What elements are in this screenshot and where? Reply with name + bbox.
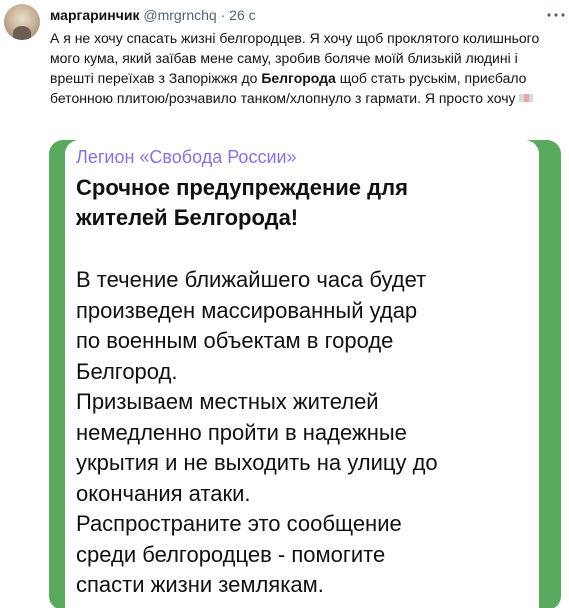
message-line: Распространите это сообщение (76, 511, 402, 536)
tweet-text: А я не хочу спасать жизні белгородцев. Я… (50, 28, 558, 108)
message-line: немедленно пройти в надежные (76, 419, 407, 445)
avatar[interactable] (4, 4, 40, 40)
tweet: маргаринчик @mrgrnchq · 26 с А я не хочу… (0, 0, 569, 608)
message-line: укрытия и не выходить на улицу до (76, 450, 438, 475)
tweet-header: маргаринчик @mrgrnchq · 26 с (50, 6, 256, 24)
tweet-text-bold: Белгорода (261, 70, 336, 86)
separator-dot: · (220, 7, 226, 23)
tweet-timestamp[interactable]: 26 с (229, 7, 255, 23)
message-line: спасти жизни землякам. (76, 572, 324, 597)
more-dots-icon[interactable] (547, 6, 565, 24)
user-handle[interactable]: @mrgrnchq (143, 7, 216, 23)
message-line: по военным объектам в городе (76, 328, 394, 353)
flag-emoji-icon (518, 89, 534, 102)
message-sender: Легион «Свобода России» (76, 147, 297, 167)
message-line: среди белгородцев - помогите (76, 541, 386, 567)
message-body: В течение ближайшего часа будет произвед… (76, 265, 526, 601)
message-card: Легион «Свобода России» Срочное предупре… (65, 140, 539, 608)
tweet-media-image[interactable]: Легион «Свобода России» Срочное предупре… (49, 140, 561, 608)
display-name[interactable]: маргаринчик (50, 7, 139, 23)
message-line: В течение ближайшего часа будет (76, 267, 427, 292)
message-line: Белгород. (76, 358, 178, 384)
message-title: Срочное предупреждение для жителей Белго… (76, 175, 408, 230)
message-line: окончания атаки. (76, 480, 251, 506)
message-line: произведен массированный удар (76, 297, 418, 323)
message-line: Призываем местных жителей (76, 389, 379, 414)
